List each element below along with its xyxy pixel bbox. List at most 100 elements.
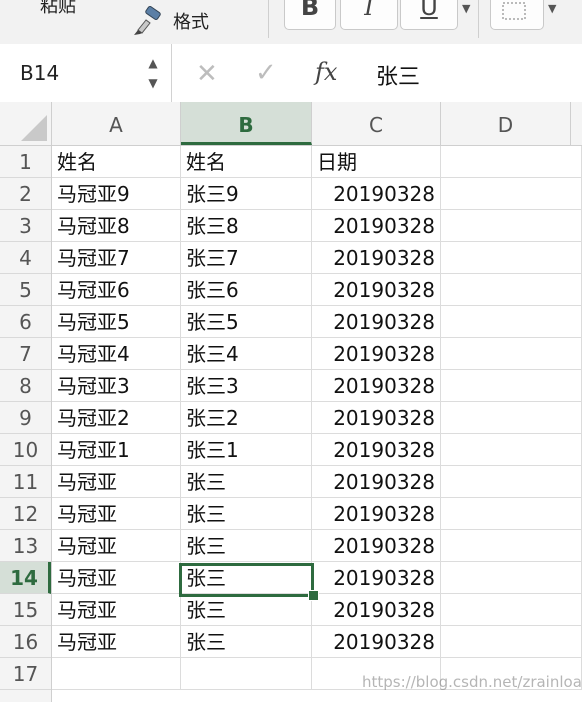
row-header-9[interactable]: 9 <box>0 402 51 434</box>
cell-a8[interactable]: 马冠亚3 <box>52 370 181 402</box>
cell-a9[interactable]: 马冠亚2 <box>52 402 181 434</box>
cell-d9[interactable] <box>441 402 582 434</box>
borders-dropdown-icon[interactable]: ▼ <box>548 2 556 15</box>
cell-c14[interactable]: 20190328 <box>312 562 441 594</box>
cell-d7[interactable] <box>441 338 582 370</box>
underline-dropdown-icon[interactable]: ▼ <box>462 2 470 15</box>
cell-d15[interactable] <box>441 594 582 626</box>
cell-d8[interactable] <box>441 370 582 402</box>
format-painter-icon[interactable] <box>132 6 164 36</box>
cell-d4[interactable] <box>441 242 582 274</box>
insert-function-icon[interactable]: fx <box>315 58 337 86</box>
cell-d11[interactable] <box>441 466 582 498</box>
row-header-10[interactable]: 10 <box>0 434 51 466</box>
cell-a12[interactable]: 马冠亚 <box>52 498 181 530</box>
cell-d16[interactable] <box>441 626 582 658</box>
cell-a6[interactable]: 马冠亚5 <box>52 306 181 338</box>
cell-a3[interactable]: 马冠亚8 <box>52 210 181 242</box>
cell-a14[interactable]: 马冠亚 <box>52 562 181 594</box>
cell-c6[interactable]: 20190328 <box>312 306 441 338</box>
cell-b11[interactable]: 张三 <box>181 466 312 498</box>
formula-input[interactable]: 张三 <box>376 59 420 91</box>
row-header-1[interactable]: 1 <box>0 146 51 178</box>
cell-c2[interactable]: 20190328 <box>312 178 441 210</box>
cell-d14[interactable] <box>441 562 582 594</box>
stepper-down-icon[interactable]: ▼ <box>144 73 162 93</box>
cell-b8[interactable]: 张三3 <box>181 370 312 402</box>
row-header-3[interactable]: 3 <box>0 210 51 242</box>
borders-button[interactable] <box>490 0 544 30</box>
cell-b14[interactable]: 张三 <box>181 562 312 594</box>
name-box[interactable]: B14 ▲ ▼ <box>0 44 172 102</box>
cell-d12[interactable] <box>441 498 582 530</box>
italic-button[interactable]: I <box>340 0 398 30</box>
cell-c7[interactable]: 20190328 <box>312 338 441 370</box>
row-header-2[interactable]: 2 <box>0 178 51 210</box>
cell-c1[interactable]: 日期 <box>312 146 441 178</box>
cancel-icon[interactable]: ✕ <box>196 59 218 89</box>
cell-b3[interactable]: 张三8 <box>181 210 312 242</box>
row-header-12[interactable]: 12 <box>0 498 51 530</box>
cell-c8[interactable]: 20190328 <box>312 370 441 402</box>
cell-b15[interactable]: 张三 <box>181 594 312 626</box>
cell-d13[interactable] <box>441 530 582 562</box>
cell-b16[interactable]: 张三 <box>181 626 312 658</box>
cell-b13[interactable]: 张三 <box>181 530 312 562</box>
cell-a5[interactable]: 马冠亚6 <box>52 274 181 306</box>
row-header-14[interactable]: 14 <box>0 562 51 594</box>
cell-b6[interactable]: 张三5 <box>181 306 312 338</box>
fill-handle[interactable] <box>308 590 319 601</box>
paste-button[interactable]: 粘贴 <box>40 0 76 18</box>
name-box-stepper[interactable]: ▲ ▼ <box>144 53 162 93</box>
cell-b7[interactable]: 张三4 <box>181 338 312 370</box>
cell-c3[interactable]: 20190328 <box>312 210 441 242</box>
name-box-value[interactable]: B14 <box>20 61 59 85</box>
column-header-d[interactable]: D <box>441 102 571 145</box>
cell-c15[interactable]: 20190328 <box>312 594 441 626</box>
column-header-b[interactable]: B <box>181 102 312 145</box>
underline-button[interactable]: U <box>400 0 458 30</box>
cell-a4[interactable]: 马冠亚7 <box>52 242 181 274</box>
cell-d6[interactable] <box>441 306 582 338</box>
row-header-7[interactable]: 7 <box>0 338 51 370</box>
select-all-button[interactable] <box>0 102 52 145</box>
row-header-4[interactable]: 4 <box>0 242 51 274</box>
row-header-5[interactable]: 5 <box>0 274 51 306</box>
cell-b17[interactable] <box>181 658 312 690</box>
cell-b5[interactable]: 张三6 <box>181 274 312 306</box>
cell-a13[interactable]: 马冠亚 <box>52 530 181 562</box>
cell-a11[interactable]: 马冠亚 <box>52 466 181 498</box>
cell-d5[interactable] <box>441 274 582 306</box>
row-header-15[interactable]: 15 <box>0 594 51 626</box>
cell-c11[interactable]: 20190328 <box>312 466 441 498</box>
format-painter-label[interactable]: 格式 <box>173 8 209 34</box>
cell-b2[interactable]: 张三9 <box>181 178 312 210</box>
cell-a2[interactable]: 马冠亚9 <box>52 178 181 210</box>
cell-b4[interactable]: 张三7 <box>181 242 312 274</box>
cell-b10[interactable]: 张三1 <box>181 434 312 466</box>
row-header-16[interactable]: 16 <box>0 626 51 658</box>
cell-a10[interactable]: 马冠亚1 <box>52 434 181 466</box>
row-header-17[interactable]: 17 <box>0 658 51 690</box>
cell-a1[interactable]: 姓名 <box>52 146 181 178</box>
cell-a17[interactable] <box>52 658 181 690</box>
cell-d3[interactable] <box>441 210 582 242</box>
bold-button[interactable]: B <box>284 0 336 30</box>
row-header-8[interactable]: 8 <box>0 370 51 402</box>
cell-c13[interactable]: 20190328 <box>312 530 441 562</box>
cell-b1[interactable]: 姓名 <box>181 146 312 178</box>
column-header-c[interactable]: C <box>312 102 441 145</box>
cell-d10[interactable] <box>441 434 582 466</box>
cell-a15[interactable]: 马冠亚 <box>52 594 181 626</box>
cell-b12[interactable]: 张三 <box>181 498 312 530</box>
row-header-13[interactable]: 13 <box>0 530 51 562</box>
row-header-11[interactable]: 11 <box>0 466 51 498</box>
cell-c4[interactable]: 20190328 <box>312 242 441 274</box>
cell-c16[interactable]: 20190328 <box>312 626 441 658</box>
cell-d2[interactable] <box>441 178 582 210</box>
cell-b9[interactable]: 张三2 <box>181 402 312 434</box>
cell-a16[interactable]: 马冠亚 <box>52 626 181 658</box>
cell-d1[interactable] <box>441 146 582 178</box>
cell-a7[interactable]: 马冠亚4 <box>52 338 181 370</box>
cell-c10[interactable]: 20190328 <box>312 434 441 466</box>
